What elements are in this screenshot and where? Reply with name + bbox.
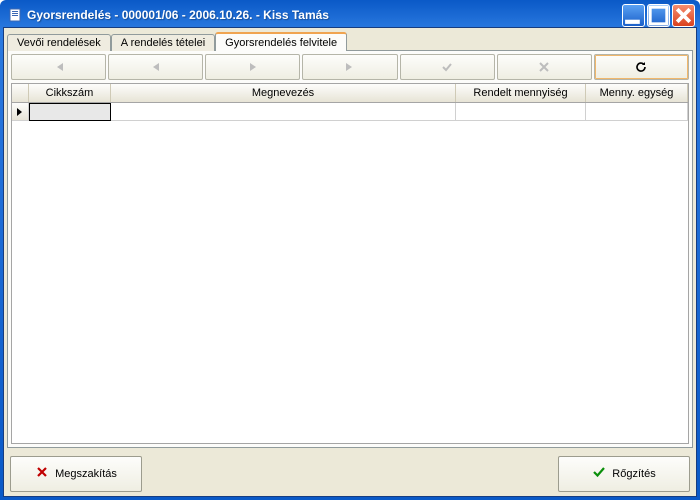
save-button-label: Rőgzítés bbox=[612, 468, 655, 480]
app-window: Gyorsrendelés - 000001/06 - 2006.10.26. … bbox=[0, 0, 700, 500]
cell-megnevezes[interactable] bbox=[111, 103, 456, 121]
nav-cancel-button[interactable] bbox=[497, 54, 592, 80]
minimize-button[interactable] bbox=[622, 4, 645, 27]
col-header-menny-egyseg[interactable]: Menny. egység bbox=[586, 84, 688, 102]
cell-cikkszam[interactable] bbox=[29, 103, 111, 121]
grid-row[interactable] bbox=[12, 103, 688, 121]
tab-strip: Vevői rendelések A rendelés tételei Gyor… bbox=[4, 30, 696, 50]
footer: Megszakítás Rőgzítés bbox=[4, 451, 696, 496]
titlebar[interactable]: Gyorsrendelés - 000001/06 - 2006.10.26. … bbox=[3, 3, 697, 27]
close-button[interactable] bbox=[672, 4, 695, 27]
check-icon bbox=[592, 465, 606, 482]
window-title: Gyorsrendelés - 000001/06 - 2006.10.26. … bbox=[27, 8, 622, 22]
cancel-button-label: Megszakítás bbox=[55, 468, 117, 480]
cell-menny-egyseg[interactable] bbox=[586, 103, 688, 121]
tab-customer-orders[interactable]: Vevői rendelések bbox=[7, 34, 111, 51]
tab-quick-order-entry[interactable]: Gyorsrendelés felvitele bbox=[215, 32, 347, 51]
nav-next-button[interactable] bbox=[205, 54, 300, 80]
cancel-button[interactable]: Megszakítás bbox=[10, 456, 142, 492]
nav-first-button[interactable] bbox=[11, 54, 106, 80]
col-header-megnevezes[interactable]: Megnevezés bbox=[111, 84, 456, 102]
cell-rendelt-mennyiseg[interactable] bbox=[456, 103, 586, 121]
tab-panel: Cikkszám Megnevezés Rendelt mennyiség Me… bbox=[7, 50, 693, 448]
nav-post-button[interactable] bbox=[400, 54, 495, 80]
grid-header: Cikkszám Megnevezés Rendelt mennyiség Me… bbox=[12, 84, 688, 103]
cross-icon bbox=[35, 465, 49, 482]
items-grid[interactable]: Cikkszám Megnevezés Rendelt mennyiség Me… bbox=[11, 83, 689, 444]
nav-last-button[interactable] bbox=[302, 54, 397, 80]
nav-refresh-button[interactable] bbox=[594, 54, 689, 80]
grid-body[interactable] bbox=[12, 103, 688, 443]
row-indicator-icon bbox=[12, 103, 29, 121]
maximize-button[interactable] bbox=[647, 4, 670, 27]
col-header-cikkszam[interactable]: Cikkszám bbox=[29, 84, 111, 102]
client-area: Vevői rendelések A rendelés tételei Gyor… bbox=[3, 27, 697, 497]
col-header-rendelt-mennyiseg[interactable]: Rendelt mennyiség bbox=[456, 84, 586, 102]
grid-header-selector[interactable] bbox=[12, 84, 29, 102]
save-button[interactable]: Rőgzítés bbox=[558, 456, 690, 492]
tab-order-items[interactable]: A rendelés tételei bbox=[111, 34, 215, 51]
record-navigator bbox=[11, 54, 689, 80]
app-icon bbox=[7, 7, 23, 23]
nav-prev-button[interactable] bbox=[108, 54, 203, 80]
window-buttons bbox=[622, 4, 695, 27]
